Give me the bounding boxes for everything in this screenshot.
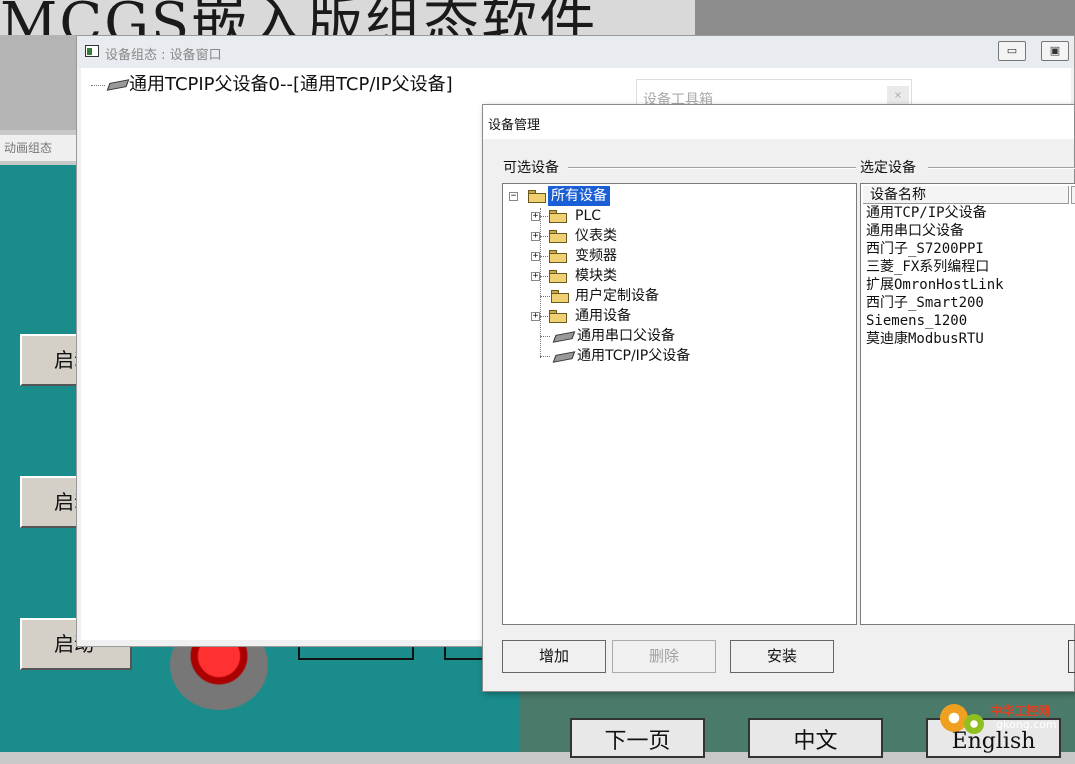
device-tree-root-item[interactable]: 通用TCPIP父设备0--[通用TCP/IP父设备]: [91, 70, 453, 96]
list-item[interactable]: 三菱_FX系列编程口: [866, 259, 989, 276]
tree-item-plc[interactable]: + PLC: [503, 206, 803, 226]
column-header-device-name[interactable]: 设备名称: [863, 186, 1069, 204]
device-window-title: 设备组态 : 设备窗口: [105, 48, 222, 63]
tree-item-label: 变频器: [575, 248, 617, 264]
tree-item-label: 仪表类: [575, 228, 617, 244]
column-header-filler: [1071, 186, 1075, 204]
tree-item-label: 通用设备: [575, 308, 631, 324]
tree-item-custom-devices[interactable]: 用户定制设备: [503, 286, 803, 306]
tree-item-root-label: 所有设备: [548, 186, 610, 206]
device-chip-icon: [106, 79, 130, 91]
app-banner-right: [695, 0, 1075, 35]
tree-item-label: 模块类: [575, 268, 617, 284]
add-button[interactable]: 增加: [502, 640, 606, 673]
expand-icon[interactable]: +: [531, 272, 540, 281]
list-item[interactable]: 通用串口父设备: [866, 223, 964, 240]
folder-icon: [549, 270, 567, 283]
device-manager-title: 设备管理: [488, 118, 541, 133]
tree-item-instruments[interactable]: + 仪表类: [503, 226, 803, 246]
chinese-button[interactable]: 中文: [748, 718, 883, 758]
next-page-label: 下一页: [604, 729, 671, 754]
window-app-icon: [85, 45, 99, 57]
app-banner: MCGS嵌入版组态软件: [0, 0, 695, 35]
selected-devices-list[interactable]: 设备名称 通用TCP/IP父设备 通用串口父设备 西门子_S7200PPI 三菱…: [860, 183, 1075, 625]
tree-item-label: PLC: [575, 208, 602, 224]
tree-item-inverters[interactable]: + 变频器: [503, 246, 803, 266]
tree-item-root[interactable]: − 所有设备: [503, 186, 803, 206]
device-chip-icon: [552, 331, 576, 343]
confirm-button-partial[interactable]: [1068, 640, 1075, 673]
available-devices-label: 可选设备: [503, 160, 559, 176]
watermark-logo: 中华工控网 gkong.com: [940, 696, 1070, 742]
folder-icon: [549, 230, 567, 243]
tree-item-modules[interactable]: + 模块类: [503, 266, 803, 286]
folder-icon: [549, 250, 567, 263]
device-tree-root-label: 通用TCPIP父设备0--[通用TCP/IP父设备]: [129, 74, 453, 95]
minimize-button[interactable]: ▭: [998, 41, 1026, 61]
selected-devices-label: 选定设备: [860, 160, 916, 176]
gear-icon: [964, 714, 984, 734]
folder-icon: [551, 290, 569, 303]
list-item[interactable]: 西门子_S7200PPI: [866, 241, 984, 258]
tree-connector: [91, 84, 105, 86]
tree-item-label: 通用TCP/IP父设备: [577, 348, 691, 364]
tree-item-tcpip-parent[interactable]: 通用TCP/IP父设备: [503, 346, 803, 366]
animation-tab-label: 动画组态: [4, 141, 53, 155]
device-chip-icon: [552, 351, 576, 363]
device-window-titlebar[interactable]: 设备组态 : 设备窗口 ▭ ▣: [77, 36, 1074, 68]
delete-button[interactable]: 删除: [612, 640, 716, 673]
open-folder-icon: [528, 190, 546, 203]
expand-icon[interactable]: +: [531, 252, 540, 261]
next-page-button[interactable]: 下一页: [570, 718, 705, 758]
divider: [568, 167, 856, 169]
install-button[interactable]: 安装: [730, 640, 834, 673]
list-item[interactable]: 西门子_Smart200: [866, 295, 984, 312]
expand-icon[interactable]: +: [531, 312, 540, 321]
collapse-icon[interactable]: −: [509, 192, 518, 201]
list-item[interactable]: 通用TCP/IP父设备: [866, 205, 987, 222]
list-item[interactable]: 扩展OmronHostLink: [866, 277, 1004, 294]
tree-item-label: 用户定制设备: [575, 288, 659, 304]
device-manager-titlebar[interactable]: 设备管理: [483, 105, 1074, 139]
available-devices-tree[interactable]: − 所有设备 + PLC + 仪表类 + 变频器 + 模块类 用户定制设备 + …: [502, 183, 857, 625]
tree-item-general-devices[interactable]: + 通用设备: [503, 306, 803, 326]
tree-item-serial-parent[interactable]: 通用串口父设备: [503, 326, 803, 346]
chinese-label: 中文: [793, 729, 838, 754]
expand-icon[interactable]: +: [531, 232, 540, 241]
tree-item-label: 通用串口父设备: [577, 328, 675, 344]
app-banner-title: MCGS嵌入版组态软件: [0, 0, 598, 35]
watermark-url: gkong.com: [996, 718, 1057, 731]
toolbox-close-button[interactable]: ×: [887, 86, 909, 106]
device-manager-dialog: 设备管理 可选设备 选定设备 − 所有设备 + PLC + 仪表类 + 变频器 …: [482, 104, 1075, 692]
side-gray-panel: [0, 35, 80, 130]
list-item[interactable]: 莫迪康ModbusRTU: [866, 331, 984, 348]
animation-config-tab[interactable]: 动画组态: [0, 135, 85, 161]
folder-icon: [549, 210, 567, 223]
divider: [928, 167, 1075, 169]
watermark-name: 中华工控网: [990, 704, 1051, 718]
folder-icon: [549, 310, 567, 323]
expand-icon[interactable]: +: [531, 212, 540, 221]
list-item[interactable]: Siemens_1200: [866, 313, 967, 330]
maximize-button[interactable]: ▣: [1041, 41, 1069, 61]
